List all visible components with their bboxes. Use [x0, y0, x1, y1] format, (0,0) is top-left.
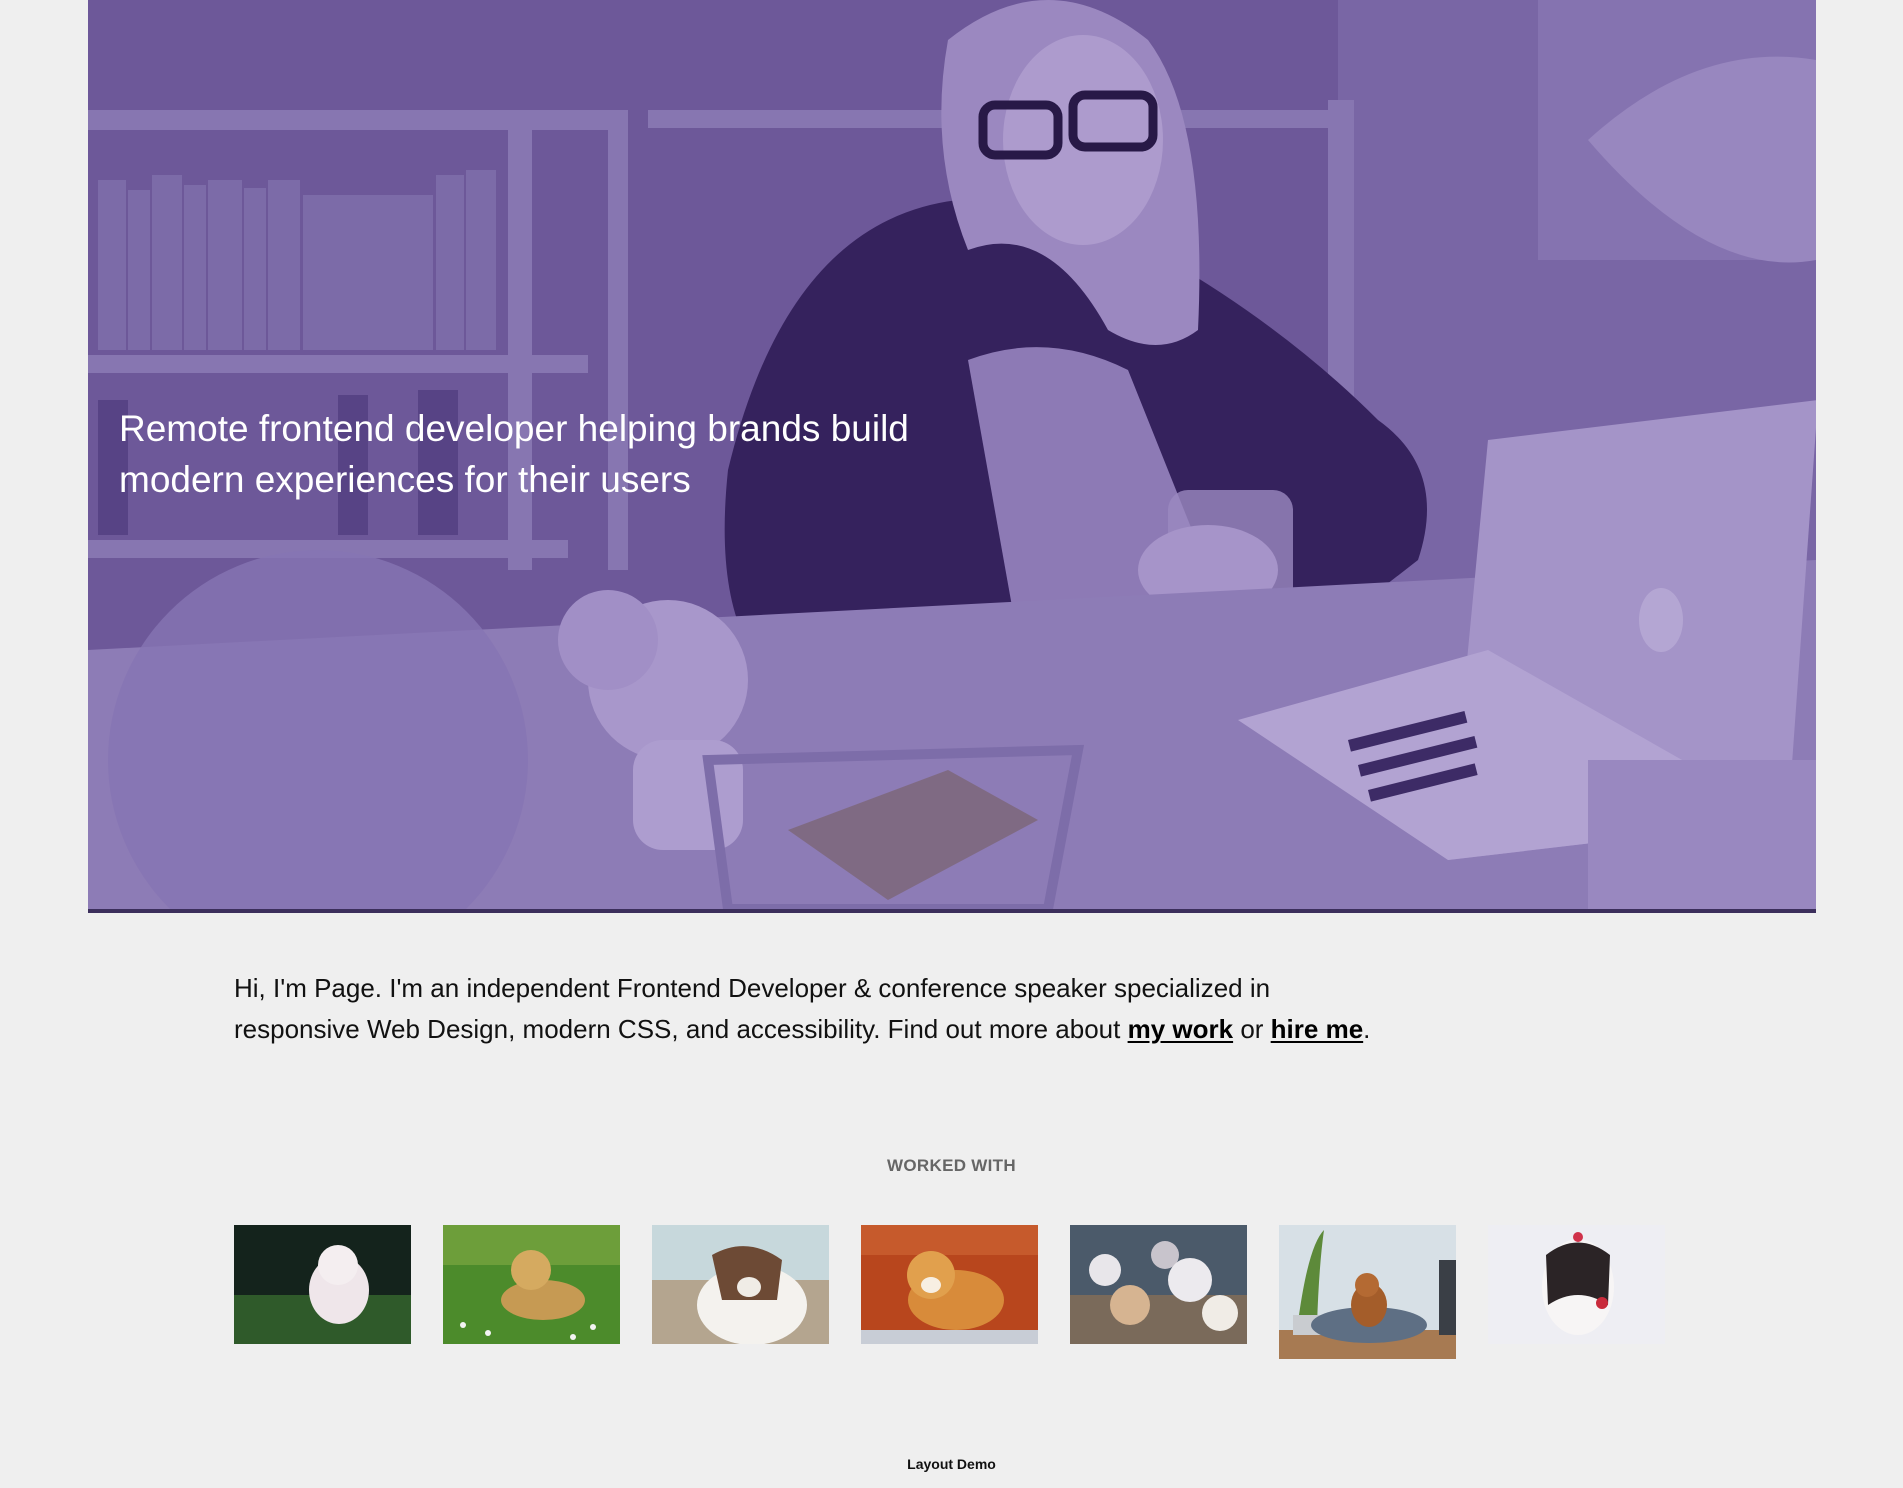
hero-banner: Remote frontend developer helping brands… — [88, 0, 1816, 913]
dog-on-bed-photo — [1279, 1225, 1456, 1359]
intro-connector: or — [1233, 1014, 1271, 1044]
white-puppy-running-photo — [234, 1225, 411, 1344]
intro-end: . — [1363, 1014, 1371, 1044]
puppies-on-steps-photo — [1070, 1225, 1247, 1344]
corgi-orange-wall-photo — [861, 1225, 1038, 1344]
footer-text: Layout Demo — [907, 1456, 996, 1472]
my-work-link[interactable]: my work — [1128, 1014, 1234, 1044]
hero-title: Remote frontend developer helping brands… — [119, 408, 909, 500]
intro-text: Hi, I'm Page. I'm an independent Fronten… — [234, 973, 1271, 1044]
border-collie-beach-photo — [652, 1225, 829, 1344]
worked-with-gallery — [234, 1225, 1665, 1359]
worked-with-heading: WORKED WITH — [887, 1156, 1016, 1175]
golden-retriever-grass-photo — [443, 1225, 620, 1344]
shih-tzu-white-photo — [1488, 1225, 1665, 1344]
hire-me-link[interactable]: hire me — [1271, 1014, 1364, 1044]
intro-paragraph: Hi, I'm Page. I'm an independent Fronten… — [234, 968, 1384, 1050]
